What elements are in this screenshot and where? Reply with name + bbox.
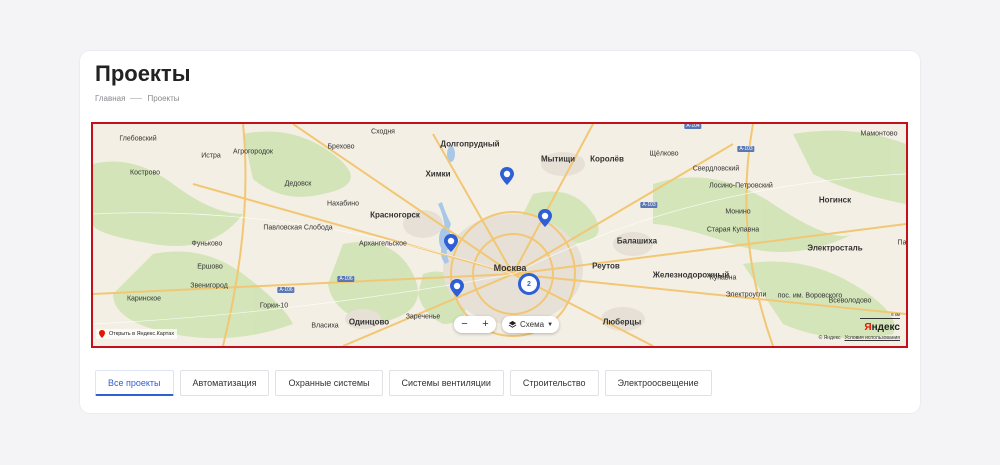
map-place-label: Дедовск — [284, 180, 312, 188]
road-badge: A-106 — [277, 287, 295, 293]
tab-5[interactable]: Электроосвещение — [604, 370, 712, 396]
map-place-label: Кострово — [130, 169, 160, 177]
map-place-label: Нахабино — [327, 200, 359, 208]
cluster-count: 2 — [527, 280, 531, 288]
breadcrumb-current: Проекты — [147, 94, 180, 103]
tab-4[interactable]: Строительство — [509, 370, 599, 396]
map-place-label: Королёв — [590, 154, 624, 164]
projects-card: Проекты Главная Проекты Глебовский Истра… — [80, 51, 920, 413]
map-copyright: © Яндекс Условия использования — [819, 335, 900, 341]
map-pin-icon — [538, 209, 552, 227]
project-marker[interactable] — [500, 167, 514, 185]
chevron-down-icon: ▼ — [547, 321, 554, 328]
zoom-in-button[interactable]: + — [482, 316, 488, 333]
map-pin-icon — [444, 234, 458, 252]
map-place-label: Звенигород — [190, 282, 228, 290]
map-place-label: Фуньково — [191, 240, 223, 248]
tab-0[interactable]: Все проекты — [95, 370, 174, 396]
map-place-label: Всеволодово — [828, 297, 872, 305]
projects-map[interactable]: Глебовский Истра Агрогородок Кострово Дедовс… — [91, 122, 908, 348]
map-place-label: Архангельское — [359, 240, 407, 248]
yandex-logo: Яндекс — [864, 322, 900, 333]
map-place-label: Мытищи — [541, 154, 575, 164]
map-pin-icon — [450, 279, 464, 297]
map-place-label: Мамонтово — [860, 130, 898, 138]
tab-3[interactable]: Системы вентиляции — [388, 370, 504, 396]
map-place-label: Купавна — [709, 274, 737, 282]
map-place-label: Одинцово — [348, 317, 390, 327]
road-badge: A-103 — [640, 202, 658, 208]
layers-icon — [508, 320, 517, 328]
copyright-text: © Яндекс — [818, 335, 841, 341]
scale-bar — [860, 318, 900, 319]
map-place-label: Химки — [425, 169, 451, 179]
scale-label: 6 км — [891, 312, 900, 317]
road-badge: A-103 — [737, 146, 755, 152]
tab-2[interactable]: Охранные системы — [275, 370, 383, 396]
map-place-label: Истра — [201, 152, 221, 160]
map-place-label: Электроугли — [725, 291, 767, 299]
map-place-label: Красногорск — [370, 210, 420, 220]
zoom-out-button[interactable]: − — [461, 316, 467, 333]
map-place-label: Брехово — [327, 143, 355, 151]
map-place-label: Реутов — [592, 261, 620, 271]
map-place-label: Ногинск — [818, 195, 852, 205]
map-place-label: Глебовский — [119, 135, 157, 143]
breadcrumb-home[interactable]: Главная — [95, 94, 125, 103]
page-title: Проекты — [95, 61, 191, 86]
map-place-label: Лосино-Петровский — [709, 182, 773, 190]
map-place-label: Власиха — [311, 322, 339, 330]
map-place-label: Электросталь — [807, 243, 863, 253]
map-type-button[interactable]: Схема ▼ — [502, 316, 559, 333]
yandex-pin-icon — [99, 330, 105, 338]
breadcrumb-separator — [130, 98, 143, 99]
map-place-label: Каринское — [126, 295, 162, 303]
terms-link[interactable]: Условия использования — [845, 335, 901, 341]
zoom-control: − + — [454, 316, 496, 333]
project-marker[interactable] — [444, 234, 458, 252]
map-place-label: Старая Купавна — [706, 226, 760, 234]
open-in-yandex-link[interactable]: Открыть в Яндекс.Картах — [96, 329, 178, 339]
category-tabs: Все проекты Автоматизация Охранные системы… — [95, 370, 712, 396]
project-marker[interactable] — [450, 279, 464, 297]
map-place-label: Москва — [493, 263, 527, 273]
map-pin-icon — [500, 167, 514, 185]
map-place-label: Монино — [725, 208, 751, 216]
road-badge: A-104 — [684, 123, 702, 129]
breadcrumb: Главная Проекты — [95, 94, 180, 103]
road-badge: A-106 — [337, 276, 355, 282]
map-place-label: Павловская Слобода — [263, 224, 333, 232]
map-type-label: Схема — [519, 320, 545, 329]
map-place-label: Ершово — [197, 263, 223, 271]
map-place-label: Балашиха — [616, 236, 658, 246]
map-place-label: Зареченье — [405, 313, 441, 321]
map-place-label: Свердловский — [692, 165, 740, 173]
map-place-label: Долгопрудный — [440, 139, 500, 149]
map-place-label: Горки-10 — [259, 302, 289, 310]
cluster-marker[interactable]: 2 — [518, 273, 540, 295]
map-place-label: Па — [897, 239, 907, 247]
map-place-label: Щёлково — [649, 150, 679, 158]
open-in-yandex-label: Открыть в Яндекс.Картах — [109, 331, 175, 337]
map-place-label: Сходня — [371, 128, 395, 136]
map-place-label: Люберцы — [602, 317, 642, 327]
tab-1[interactable]: Автоматизация — [179, 370, 270, 396]
map-place-label: Агрогородок — [233, 148, 273, 156]
project-marker[interactable] — [538, 209, 552, 227]
